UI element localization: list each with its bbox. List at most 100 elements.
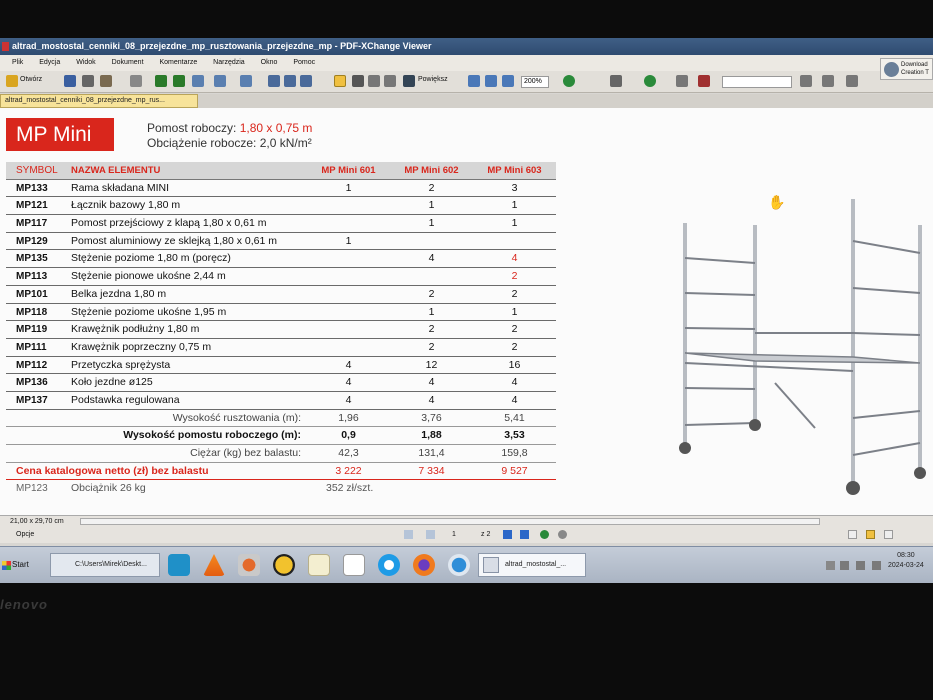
redo-arrow-icon[interactable] (240, 75, 252, 87)
window-title: altrad_mostostal_cenniki_08_przejezdne_m… (12, 41, 432, 51)
single-page-view-icon[interactable] (848, 530, 857, 539)
comment-icon[interactable] (676, 75, 688, 87)
scan-icon[interactable] (100, 75, 112, 87)
forward-icon[interactable] (173, 75, 185, 87)
taskbar-pdf-window[interactable]: altrad_mostostal_... (478, 553, 586, 577)
fit-width-icon[interactable] (502, 75, 514, 87)
undo-arrow-icon[interactable] (214, 75, 226, 87)
zoom-level-field[interactable]: 200% (521, 76, 549, 88)
cell-symbol: MP119 (16, 324, 48, 336)
cell-qty-603: 3 (511, 181, 518, 194)
last-page-icon[interactable] (520, 530, 529, 539)
cell-symbol: MP111 (16, 341, 47, 353)
zoom-in-icon[interactable] (563, 75, 575, 87)
marquee-zoom-icon[interactable] (384, 75, 396, 87)
price-row: Cena katalogowa netto (zł) bez balastu 3… (6, 463, 556, 481)
rotate-left-icon[interactable] (268, 75, 280, 87)
print-icon[interactable] (82, 75, 94, 87)
cell-name: Pomost przejściowy z klapą 1,80 x 0,61 m (71, 217, 267, 230)
zoom-icon[interactable] (403, 75, 415, 87)
menu-plik[interactable]: Plik (12, 59, 23, 66)
screen: altrad_mostostal_cenniki_08_przejezdne_m… (0, 38, 933, 583)
rotate-right-icon[interactable] (284, 75, 296, 87)
cell-qty-603: 2 (511, 323, 518, 336)
previous-page-icon[interactable] (426, 530, 435, 539)
history-forward-icon[interactable] (558, 530, 567, 539)
table-body: MP133 Rama składana MINI 1 2 3 MP121 Łącznik b… (6, 180, 556, 410)
pdf-viewer-icon (483, 557, 499, 573)
menu-pomoc[interactable]: Pomoc (293, 59, 315, 66)
bookmark-icon[interactable] (610, 75, 622, 87)
select-text-icon[interactable] (352, 75, 364, 87)
system-clock[interactable]: 08:30 2024-03-24 (888, 551, 924, 571)
cell-name: Stężenie pionowe ukośne 2,44 m (71, 270, 226, 283)
disk-tool-icon[interactable] (238, 554, 260, 576)
download-line1: Download (901, 62, 928, 68)
price-value: 3 222 (335, 464, 362, 477)
download-creation-tools-button[interactable]: Download Creation T (880, 58, 933, 80)
refresh-icon[interactable] (300, 75, 312, 87)
header-symbol: SYMBOL (16, 165, 58, 176)
menu-narzedzia[interactable]: Narzędzia (213, 59, 245, 66)
menu-komentarze[interactable]: Komentarze (159, 59, 197, 66)
find-previous-icon[interactable] (800, 75, 812, 87)
cell-qty-603: 1 (511, 217, 518, 230)
summary-value: 3,53 (504, 429, 525, 442)
actual-size-icon[interactable] (468, 75, 480, 87)
save-icon[interactable] (64, 75, 76, 87)
header-mp-mini-601: MP Mini 601 (321, 165, 376, 176)
find-options-icon[interactable] (846, 75, 858, 87)
start-button[interactable]: Start (2, 552, 42, 578)
page-number-field[interactable]: 1 (452, 530, 456, 539)
find-next-icon[interactable] (822, 75, 834, 87)
snapshot-icon[interactable] (368, 75, 380, 87)
menu-widok[interactable]: Widok (76, 59, 95, 66)
facing-view-icon[interactable] (884, 530, 893, 539)
tray-battery-icon[interactable] (872, 561, 881, 570)
cell-qty-602: 12 (425, 358, 438, 371)
platform-label: Pomost roboczy: (147, 121, 240, 135)
summary-value: 5,41 (504, 411, 525, 424)
archive-tool-icon[interactable] (273, 554, 295, 576)
notepad-icon[interactable] (308, 554, 330, 576)
vlc-icon[interactable] (203, 554, 225, 576)
add-icon[interactable] (644, 75, 656, 87)
first-page-icon[interactable] (404, 530, 413, 539)
price-value: 9 527 (501, 464, 528, 477)
open-button[interactable]: Otwórz (20, 76, 42, 83)
tray-network-icon[interactable] (840, 561, 849, 570)
fit-page-icon[interactable] (485, 75, 497, 87)
document-tab[interactable]: altrad_mostostal_cenniki_08_przejezdne_m… (0, 94, 198, 108)
tray-volume-icon[interactable] (856, 561, 865, 570)
summary-value: 131,4 (418, 447, 445, 459)
menu-edycja[interactable]: Edycja (39, 59, 60, 66)
cell-name: Belka jezdna 1,80 m (71, 287, 167, 300)
cut-icon[interactable] (130, 75, 142, 87)
edge-browser-icon[interactable] (378, 554, 400, 576)
blank-document-icon[interactable] (343, 554, 365, 576)
maxthon-browser-icon[interactable] (168, 554, 190, 576)
options-button[interactable]: Opcje (16, 527, 34, 543)
teapot-app-icon[interactable] (448, 554, 470, 576)
firefox-icon[interactable] (413, 554, 435, 576)
continuous-view-icon[interactable] (866, 530, 875, 539)
open-folder-icon[interactable] (6, 75, 18, 87)
cell-qty-603: 1 (511, 305, 518, 318)
zoom-tool-button[interactable]: Powiększ (418, 76, 448, 83)
back-icon[interactable] (155, 75, 167, 87)
cell-name: Przetyczka sprężysta (71, 358, 171, 371)
menu-dokument[interactable]: Dokument (112, 59, 144, 66)
pdf-page: MP Mini Pomost roboczy: 1,80 x 0,75 m Ob… (0, 108, 933, 515)
hand-tool-icon[interactable] (334, 75, 346, 87)
next-page-icon[interactable] (503, 530, 512, 539)
history-back-icon[interactable] (540, 530, 549, 539)
menu-okno[interactable]: Okno (261, 59, 278, 66)
tray-expand-icon[interactable] (826, 561, 835, 570)
stamp-icon[interactable] (698, 75, 710, 87)
horizontal-scrollbar[interactable] (80, 518, 820, 525)
undo-icon[interactable] (192, 75, 204, 87)
ballast-name: Obciążnik 26 kg (71, 482, 146, 495)
table-row: MP117 Pomost przejściowy z klapą 1,80 x 0… (6, 215, 556, 233)
taskbar-explorer-window[interactable]: C:\Users\Mirek\Deskt... (50, 553, 160, 577)
find-input[interactable] (722, 76, 792, 88)
